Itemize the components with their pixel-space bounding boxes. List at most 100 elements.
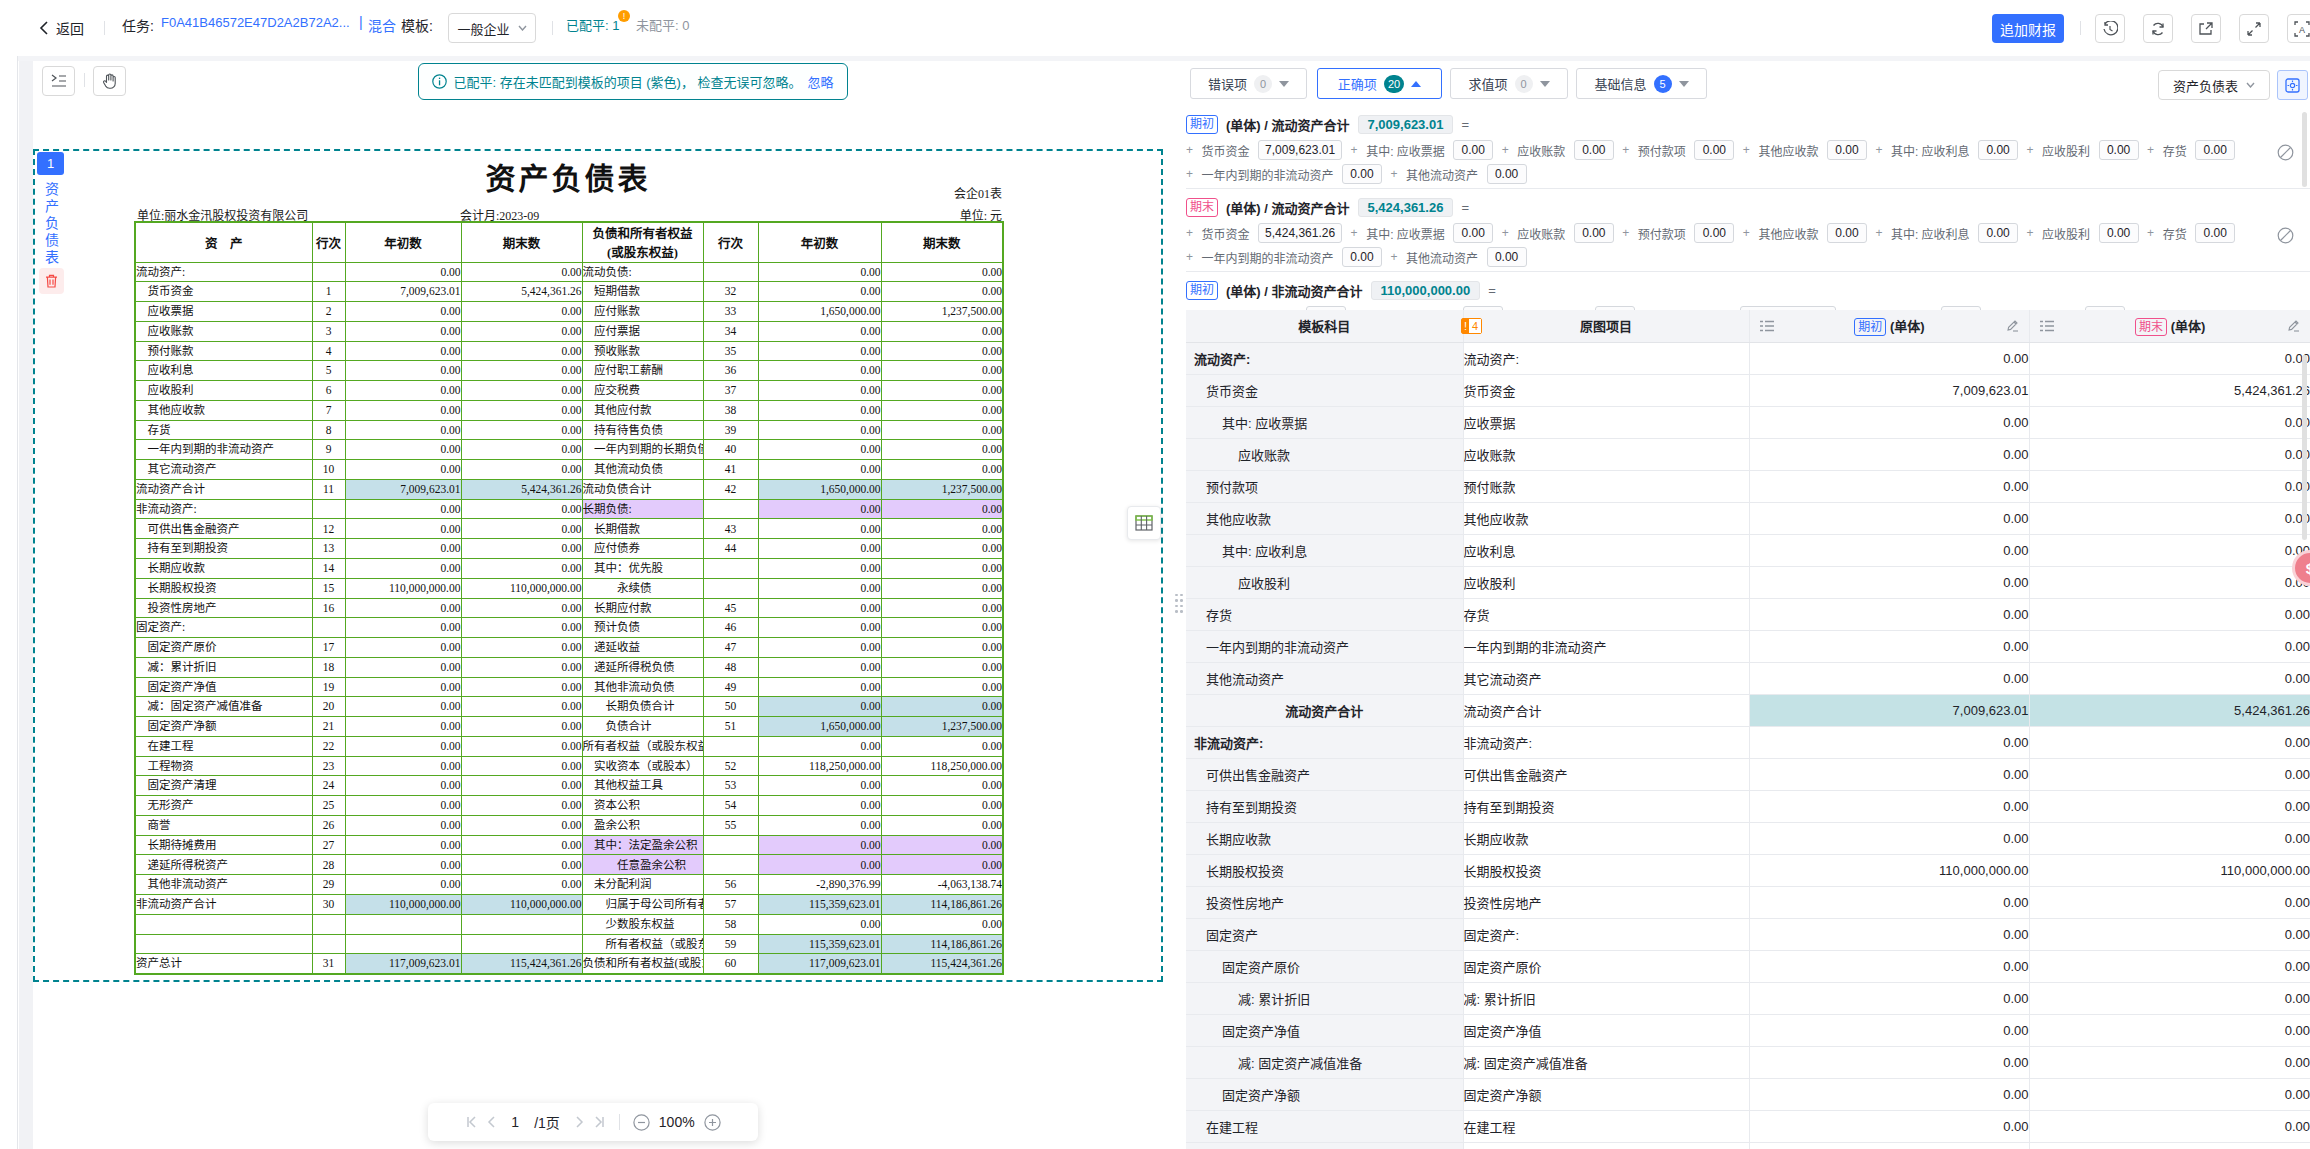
mapping-end-value[interactable]: 0.00 xyxy=(2029,726,2310,758)
mapping-begin-value[interactable]: 0.00 xyxy=(1749,918,2029,950)
mapping-end-value[interactable]: 0.00 xyxy=(2029,598,2310,630)
task-id-link[interactable]: F0A41B46572E47D2A2B72A2... xyxy=(161,15,357,30)
formula-operand-value[interactable]: 0.00 xyxy=(1978,140,2018,160)
mapping-end-value[interactable]: 0.00 xyxy=(2029,790,2310,822)
prev-page-button[interactable] xyxy=(487,1116,496,1128)
mapping-begin-value[interactable]: 0.00 xyxy=(1749,566,2029,598)
formula-operand-value[interactable]: 0.00 xyxy=(1487,247,1527,267)
mapping-begin-value[interactable]: 7,009,623.01 xyxy=(1749,374,2029,406)
rt-begin-edit-icon[interactable] xyxy=(2006,319,2019,332)
formula-ignore-icon[interactable] xyxy=(2277,144,2294,161)
rt-end-edit-icon[interactable] xyxy=(2287,319,2300,332)
formula-operand-value[interactable]: 0.00 xyxy=(1342,247,1382,267)
formula-operand-value[interactable]: 0.00 xyxy=(1453,140,1493,160)
mapping-end-value[interactable]: 0.00 xyxy=(2029,406,2310,438)
mapping-end-value[interactable]: 0.00 xyxy=(2029,630,2310,662)
formula-operand-value[interactable]: 0.00 xyxy=(1574,223,1614,243)
formula-total-value[interactable]: 7,009,623.01 xyxy=(1358,115,1454,134)
mapping-end-value[interactable]: 0.00 xyxy=(2029,502,2310,534)
formula-operand-value[interactable]: 7,009,623.01 xyxy=(1258,140,1342,160)
mapping-begin-value[interactable]: 0.00 xyxy=(1749,950,2029,982)
mapping-begin-value[interactable]: 0.00 xyxy=(1749,630,2029,662)
mapping-end-value[interactable]: 0.00 xyxy=(2029,1110,2310,1142)
banner-ignore-link[interactable]: 忽略 xyxy=(808,72,834,91)
tab-errors[interactable]: 错误项 0 xyxy=(1190,68,1307,99)
report-settings-button[interactable] xyxy=(2277,70,2308,100)
last-page-button[interactable] xyxy=(593,1116,606,1128)
formula-operand-value[interactable]: 0.00 xyxy=(2099,223,2139,243)
back-button[interactable]: 返回 xyxy=(38,14,84,42)
page-tab-index[interactable]: 1 xyxy=(37,152,64,175)
formula-operand-value[interactable]: 0.00 xyxy=(2195,223,2235,243)
mapping-end-value[interactable]: 0.00 xyxy=(2029,470,2310,502)
mapping-end-value[interactable]: 0.00 xyxy=(2029,1078,2310,1110)
mapping-begin-value[interactable]: 0.00 xyxy=(1749,886,2029,918)
table-extract-button[interactable] xyxy=(1127,506,1161,540)
mapping-begin-value[interactable]: 0.00 xyxy=(1749,790,2029,822)
mapping-end-value[interactable]: 5,424,361.26 xyxy=(2029,694,2310,726)
mapping-end-value[interactable]: 0.00 xyxy=(2029,342,2310,374)
mapping-begin-value[interactable]: 0.00 xyxy=(1749,438,2029,470)
formula-operand-value[interactable]: 0.00 xyxy=(2195,140,2235,160)
thumbnail-panel-button[interactable] xyxy=(42,66,75,96)
mapping-end-value[interactable]: 0.00 xyxy=(2029,1046,2310,1078)
zoom-out-button[interactable] xyxy=(633,1114,650,1131)
formula-operand-value[interactable]: 0.00 xyxy=(1574,140,1614,160)
mapping-begin-value[interactable]: 0.00 xyxy=(1749,758,2029,790)
template-select[interactable]: 一般企业 xyxy=(448,13,536,43)
formula-total-value[interactable]: 110,000,000.00 xyxy=(1371,281,1481,300)
rt-begin-list-icon[interactable] xyxy=(1760,320,1774,332)
mapping-end-value[interactable]: 0.00 xyxy=(2029,534,2310,566)
ocr-recognize-button[interactable]: A xyxy=(2287,14,2310,43)
mapping-begin-value[interactable]: 0.00 xyxy=(1749,1014,2029,1046)
mapping-begin-value[interactable] xyxy=(1749,1142,2029,1149)
page-tab-title[interactable]: 资产负债表 xyxy=(41,182,61,267)
rt-end-list-icon[interactable] xyxy=(2040,320,2054,332)
mapping-end-value[interactable]: 110,000,000.00 xyxy=(2029,854,2310,886)
formula-operand-value[interactable]: 0.00 xyxy=(1827,140,1867,160)
formula-ignore-icon[interactable] xyxy=(2277,227,2294,244)
history-button[interactable] xyxy=(2095,14,2125,43)
mapping-end-value[interactable]: 0.00 xyxy=(2029,918,2310,950)
mapping-end-value[interactable] xyxy=(2029,1142,2310,1149)
mapping-begin-value[interactable]: 0.00 xyxy=(1749,822,2029,854)
tab-basic-info[interactable]: 基础信息 5 xyxy=(1576,68,1707,99)
mapping-begin-value[interactable]: 0.00 xyxy=(1749,470,2029,502)
mapping-end-value[interactable]: 5,424,361.26 xyxy=(2029,374,2310,406)
mapping-end-value[interactable]: 0.00 xyxy=(2029,1014,2310,1046)
mapping-end-value[interactable]: 0.00 xyxy=(2029,662,2310,694)
refresh-button[interactable] xyxy=(2143,14,2173,43)
formula-operand-value[interactable]: 0.00 xyxy=(1978,223,2018,243)
open-external-button[interactable] xyxy=(2191,14,2221,43)
mapping-begin-value[interactable]: 0.00 xyxy=(1749,342,2029,374)
panel-resize-handle[interactable] xyxy=(1174,592,1184,614)
mapping-begin-value[interactable]: 0.00 xyxy=(1749,502,2029,534)
next-page-button[interactable] xyxy=(575,1116,584,1128)
report-type-select[interactable]: 资产负债表 xyxy=(2158,70,2270,100)
mapping-begin-value[interactable]: 0.00 xyxy=(1749,982,2029,1014)
append-report-button[interactable]: 追加财报 xyxy=(1992,14,2064,43)
first-page-button[interactable] xyxy=(465,1116,478,1128)
tab-correct[interactable]: 正确项 20 xyxy=(1317,68,1442,99)
mapping-end-value[interactable]: 0.00 xyxy=(2029,758,2310,790)
formula-operand-value[interactable]: 0.00 xyxy=(1694,223,1734,243)
formula-operand-value[interactable]: 0.00 xyxy=(1487,164,1527,184)
mapping-begin-value[interactable]: 0.00 xyxy=(1749,534,2029,566)
mapping-end-value[interactable]: 0.00 xyxy=(2029,886,2310,918)
current-page[interactable]: 1 xyxy=(505,1114,525,1130)
formula-operand-value[interactable]: 0.00 xyxy=(1453,223,1493,243)
mapping-end-value[interactable]: 0.00 xyxy=(2029,438,2310,470)
tab-evaluate[interactable]: 求值项 0 xyxy=(1450,68,1568,99)
formula-operand-value[interactable]: 0.00 xyxy=(1827,223,1867,243)
mapping-begin-value[interactable]: 7,009,623.01 xyxy=(1749,694,2029,726)
mapping-begin-value[interactable]: 0.00 xyxy=(1749,726,2029,758)
mapping-begin-value[interactable]: 0.00 xyxy=(1749,662,2029,694)
page-delete-button[interactable] xyxy=(39,268,64,294)
mapping-end-value[interactable]: 0.00 xyxy=(2029,950,2310,982)
mapping-begin-value[interactable]: 0.00 xyxy=(1749,406,2029,438)
zoom-in-button[interactable] xyxy=(704,1114,721,1131)
formula-operand-value[interactable]: 0.00 xyxy=(1694,140,1734,160)
formula-operand-value[interactable]: 5,424,361.26 xyxy=(1258,223,1342,243)
mapping-begin-value[interactable]: 0.00 xyxy=(1749,1078,2029,1110)
formula-operand-value[interactable]: 0.00 xyxy=(1342,164,1382,184)
